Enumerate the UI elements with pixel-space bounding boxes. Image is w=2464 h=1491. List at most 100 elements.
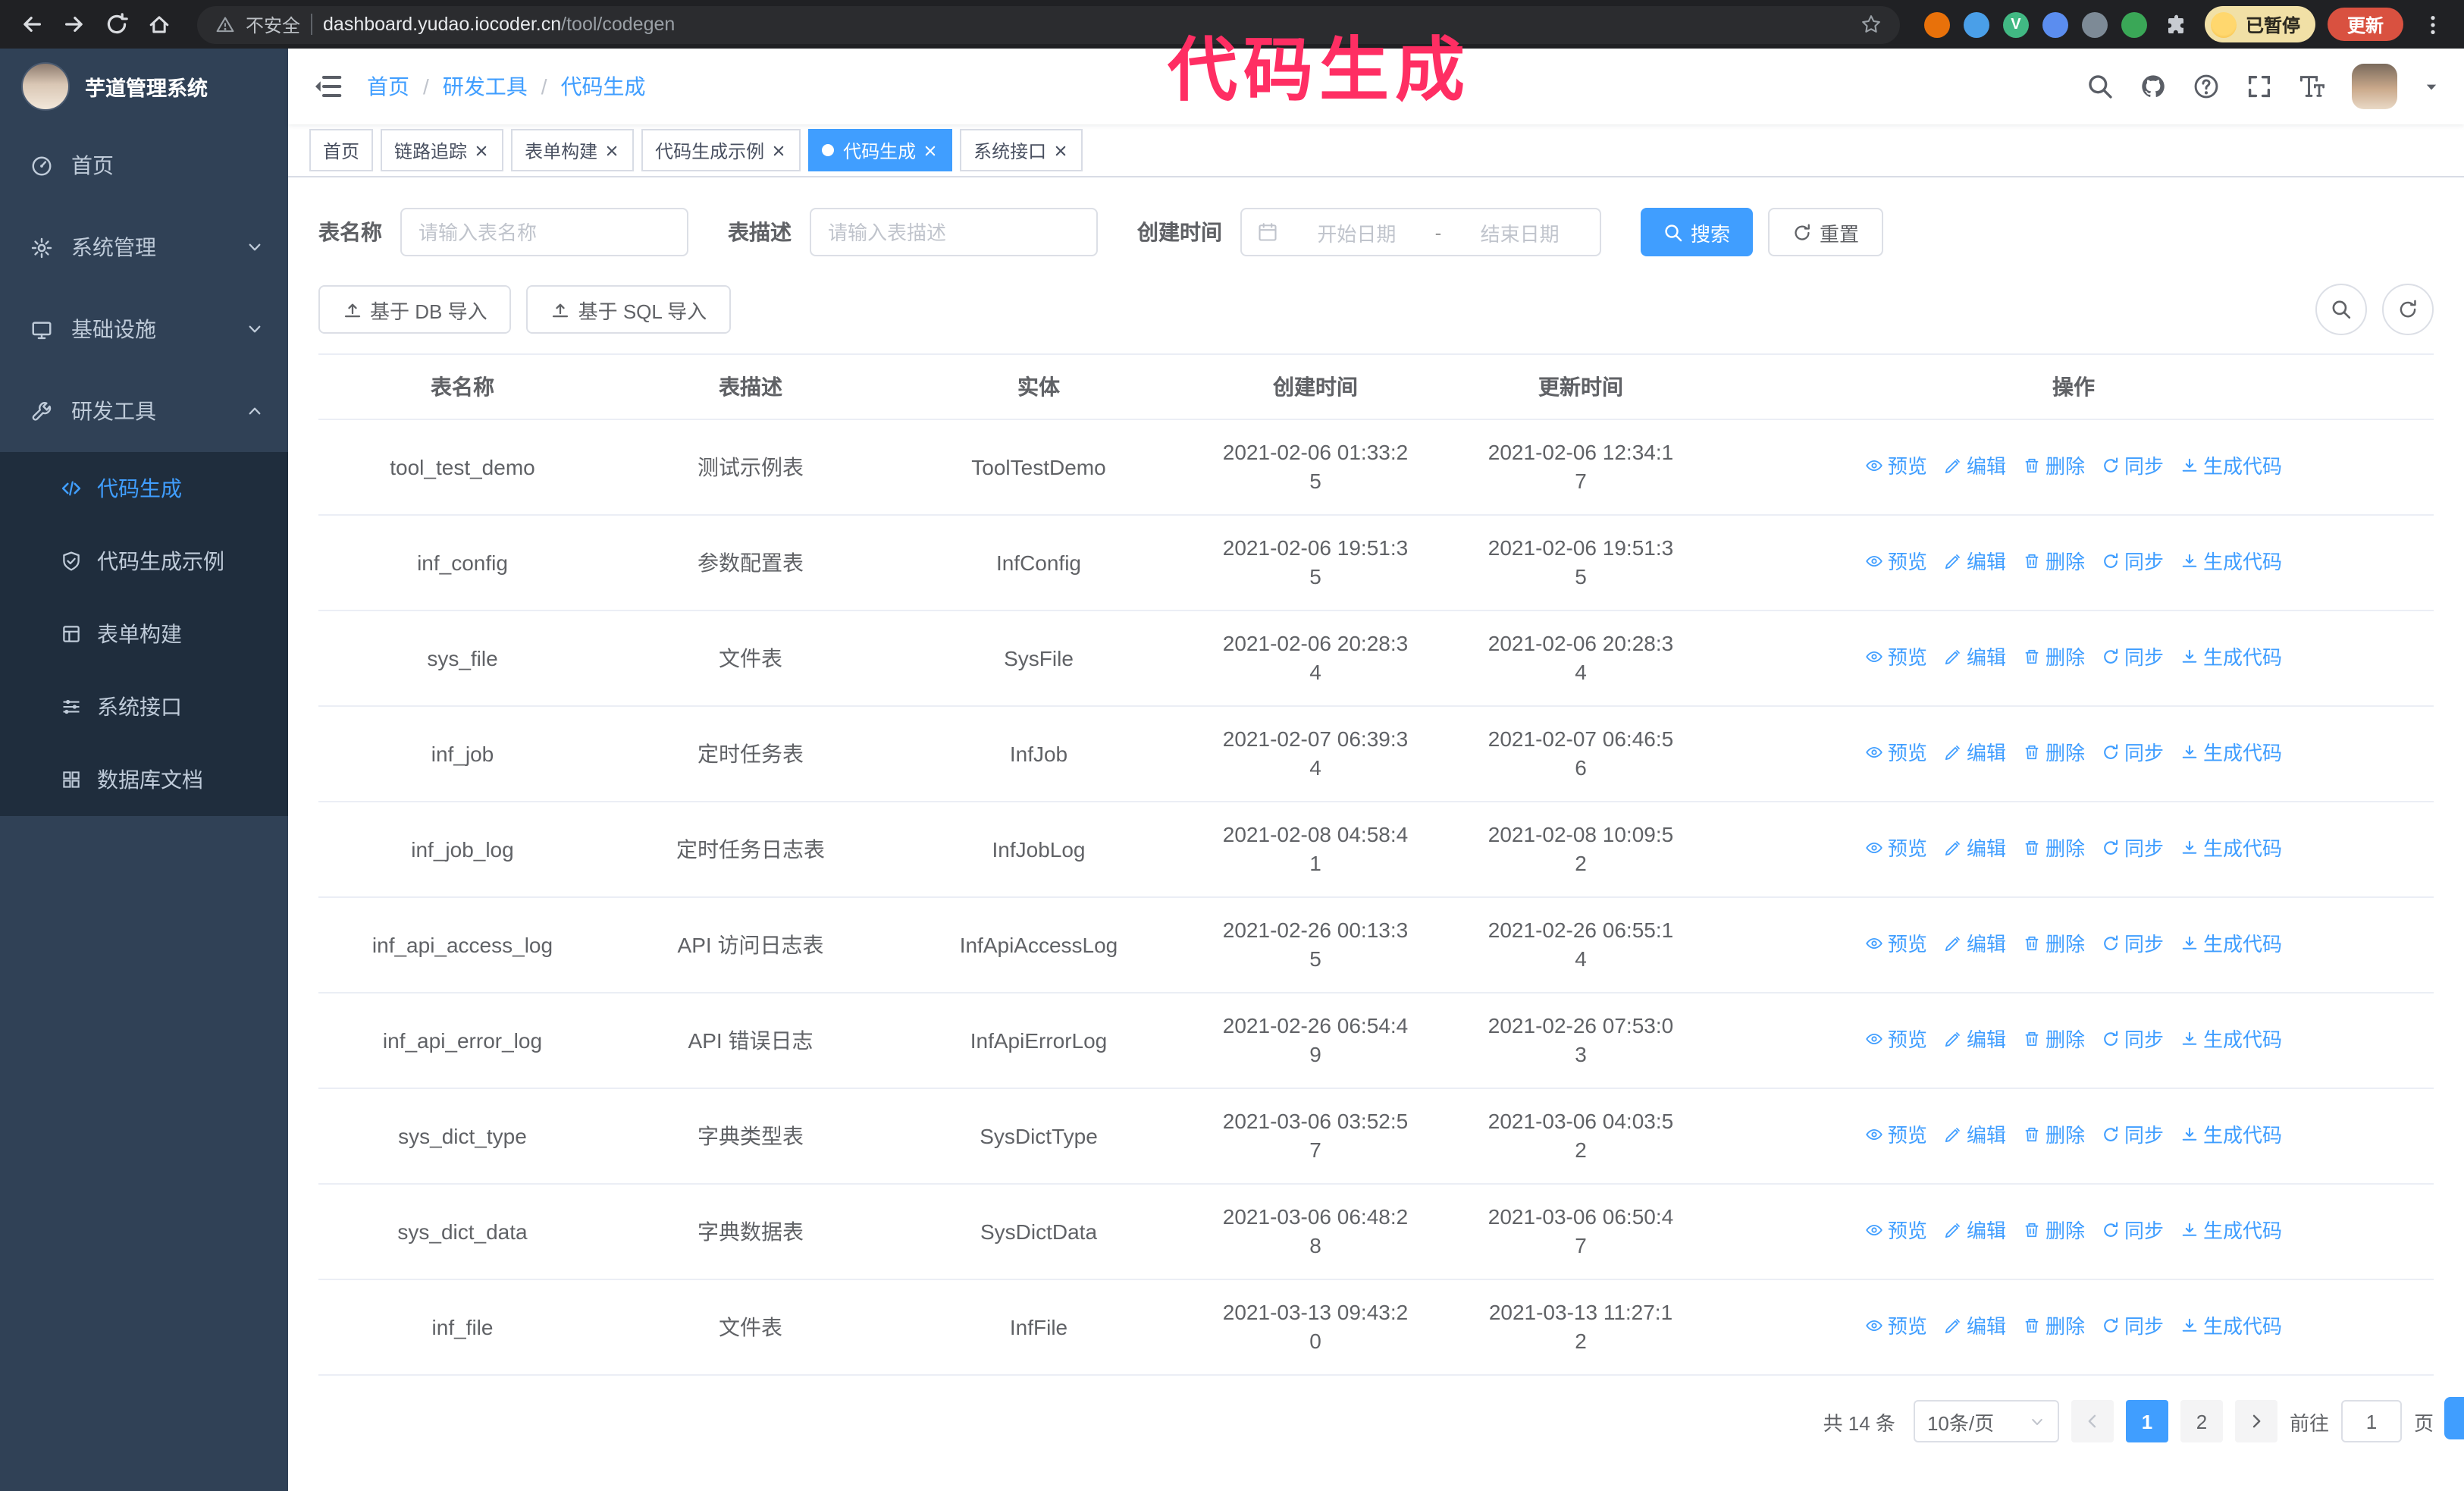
row-action-trash[interactable]: 删除 xyxy=(2023,643,2085,672)
row-action-trash[interactable]: 删除 xyxy=(2023,548,2085,576)
refresh-table-button[interactable] xyxy=(2382,284,2434,335)
floating-button[interactable] xyxy=(2444,1397,2464,1439)
row-action-eye[interactable]: 预览 xyxy=(1865,643,1927,672)
row-action-eye[interactable]: 预览 xyxy=(1865,930,1927,959)
row-action-sync[interactable]: 同步 xyxy=(2102,1025,2164,1054)
close-icon[interactable] xyxy=(603,142,620,159)
row-action-pencil[interactable]: 编辑 xyxy=(1944,1216,2006,1245)
row-action-pencil[interactable]: 编辑 xyxy=(1944,739,2006,767)
browser-menu-icon[interactable] xyxy=(2412,5,2452,44)
close-icon[interactable] xyxy=(922,142,939,159)
address-bar[interactable]: 不安全 dashboard.yudao.iocoder.cn/tool/code… xyxy=(197,5,1900,43)
leaf-extension-icon[interactable] xyxy=(2121,11,2147,37)
table-name-input[interactable] xyxy=(400,208,688,256)
row-action-download[interactable]: 生成代码 xyxy=(2180,739,2282,767)
search-icon[interactable] xyxy=(2086,73,2114,100)
row-action-pencil[interactable]: 编辑 xyxy=(1944,452,2006,481)
sidebar-item-dev-tools[interactable]: 研发工具 xyxy=(0,370,288,452)
sidebar-item-form-builder[interactable]: 表单构建 xyxy=(0,598,288,670)
row-action-sync[interactable]: 同步 xyxy=(2102,548,2164,576)
prev-page-button[interactable] xyxy=(2071,1400,2114,1442)
date-range-picker[interactable]: 开始日期 - 结束日期 xyxy=(1240,208,1601,256)
row-action-sync[interactable]: 同步 xyxy=(2102,834,2164,863)
row-action-download[interactable]: 生成代码 xyxy=(2180,1216,2282,1245)
table-desc-input[interactable] xyxy=(810,208,1098,256)
reset-button[interactable]: 重置 xyxy=(1768,208,1884,256)
row-action-trash[interactable]: 删除 xyxy=(2023,739,2085,767)
row-action-pencil[interactable]: 编辑 xyxy=(1944,643,2006,672)
close-icon[interactable] xyxy=(1052,142,1069,159)
browser-home-button[interactable] xyxy=(140,5,179,44)
font-size-icon[interactable] xyxy=(2299,73,2326,100)
help-icon[interactable] xyxy=(2193,73,2220,100)
tab-item[interactable]: 代码生成示例 xyxy=(641,129,801,171)
row-action-download[interactable]: 生成代码 xyxy=(2180,834,2282,863)
github-icon[interactable] xyxy=(2140,73,2167,100)
row-action-trash[interactable]: 删除 xyxy=(2023,1312,2085,1341)
row-action-trash[interactable]: 删除 xyxy=(2023,930,2085,959)
row-action-eye[interactable]: 预览 xyxy=(1865,1121,1927,1150)
row-action-eye[interactable]: 预览 xyxy=(1865,1312,1927,1341)
bookmark-star-icon[interactable] xyxy=(1861,14,1882,35)
extensions-puzzle-icon[interactable] xyxy=(2162,12,2187,36)
sidebar-item-home[interactable]: 首页 xyxy=(0,124,288,206)
row-action-sync[interactable]: 同步 xyxy=(2102,643,2164,672)
row-action-eye[interactable]: 预览 xyxy=(1865,1025,1927,1054)
row-action-sync[interactable]: 同步 xyxy=(2102,1312,2164,1341)
row-action-download[interactable]: 生成代码 xyxy=(2180,1312,2282,1341)
fullscreen-icon[interactable] xyxy=(2246,73,2273,100)
import-db-button[interactable]: 基于 DB 导入 xyxy=(318,285,512,334)
row-action-download[interactable]: 生成代码 xyxy=(2180,1025,2282,1054)
row-action-sync[interactable]: 同步 xyxy=(2102,1216,2164,1245)
row-action-pencil[interactable]: 编辑 xyxy=(1944,548,2006,576)
row-action-download[interactable]: 生成代码 xyxy=(2180,643,2282,672)
breadcrumb-home[interactable]: 首页 xyxy=(367,71,409,102)
row-action-download[interactable]: 生成代码 xyxy=(2180,548,2282,576)
page-size-select[interactable]: 10条/页 xyxy=(1913,1400,2059,1442)
page-button-1[interactable]: 1 xyxy=(2125,1400,2168,1442)
sidebar-item-codegen-example[interactable]: 代码生成示例 xyxy=(0,525,288,598)
browser-update-button[interactable]: 更新 xyxy=(2327,8,2403,41)
import-sql-button[interactable]: 基于 SQL 导入 xyxy=(526,285,732,334)
row-action-eye[interactable]: 预览 xyxy=(1865,548,1927,576)
row-action-pencil[interactable]: 编辑 xyxy=(1944,1312,2006,1341)
browser-reload-button[interactable] xyxy=(97,5,136,44)
tab-item[interactable]: 代码生成 xyxy=(808,129,953,171)
sidebar-item-db-docs[interactable]: 数据库文档 xyxy=(0,743,288,816)
sidebar-item-system-management[interactable]: 系统管理 xyxy=(0,206,288,288)
vue-devtools-extension-icon[interactable]: V xyxy=(2002,11,2029,37)
row-action-trash[interactable]: 删除 xyxy=(2023,1121,2085,1150)
row-action-download[interactable]: 生成代码 xyxy=(2180,930,2282,959)
row-action-sync[interactable]: 同步 xyxy=(2102,739,2164,767)
row-action-sync[interactable]: 同步 xyxy=(2102,1121,2164,1150)
row-action-eye[interactable]: 预览 xyxy=(1865,452,1927,481)
row-action-sync[interactable]: 同步 xyxy=(2102,452,2164,481)
user-avatar[interactable] xyxy=(2352,64,2397,109)
sidebar-collapse-icon[interactable] xyxy=(312,71,343,102)
people-extension-icon[interactable] xyxy=(2042,11,2068,37)
profile-chip[interactable]: 已暂停 xyxy=(2204,6,2315,42)
row-action-pencil[interactable]: 编辑 xyxy=(1944,1121,2006,1150)
row-action-trash[interactable]: 删除 xyxy=(2023,834,2085,863)
toggle-search-button[interactable] xyxy=(2315,284,2367,335)
browser-forward-button[interactable] xyxy=(55,5,94,44)
goto-page-input[interactable] xyxy=(2340,1400,2402,1442)
orange-extension-icon[interactable] xyxy=(1923,11,1950,37)
row-action-download[interactable]: 生成代码 xyxy=(2180,452,2282,481)
app-logo[interactable]: 芋道管理系统 xyxy=(0,49,288,124)
screenshot-extension-icon[interactable] xyxy=(2081,11,2108,37)
sidebar-item-infrastructure[interactable]: 基础设施 xyxy=(0,288,288,370)
row-action-trash[interactable]: 删除 xyxy=(2023,1216,2085,1245)
row-action-eye[interactable]: 预览 xyxy=(1865,834,1927,863)
row-action-download[interactable]: 生成代码 xyxy=(2180,1121,2282,1150)
row-action-pencil[interactable]: 编辑 xyxy=(1944,834,2006,863)
sidebar-item-system-api[interactable]: 系统接口 xyxy=(0,670,288,743)
tab-item[interactable]: 系统接口 xyxy=(960,129,1083,171)
close-icon[interactable] xyxy=(473,142,490,159)
tab-item[interactable]: 表单构建 xyxy=(511,129,635,171)
browser-back-button[interactable] xyxy=(12,5,52,44)
caret-down-icon[interactable] xyxy=(2423,78,2440,95)
row-action-pencil[interactable]: 编辑 xyxy=(1944,930,2006,959)
row-action-pencil[interactable]: 编辑 xyxy=(1944,1025,2006,1054)
breadcrumb-dev-tools[interactable]: 研发工具 xyxy=(443,71,528,102)
